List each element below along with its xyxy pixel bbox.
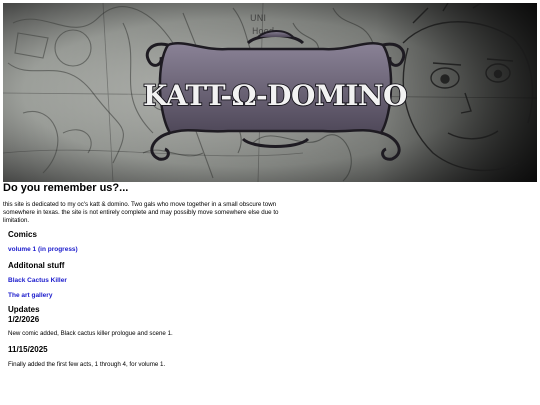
black-cactus-killer-link[interactable]: Black Cactus Killer xyxy=(8,276,67,285)
banner-artwork: UNI Hood xyxy=(3,3,537,182)
header-banner: UNI Hood xyxy=(3,3,537,182)
updates-heading: Updates xyxy=(8,305,40,314)
additional-stuff-heading: Additonal stuff xyxy=(8,261,65,270)
update-text: Finally added the first few acts, 1 thro… xyxy=(8,361,166,368)
logo-text: KATT-Ω-DOMINO xyxy=(143,79,407,112)
volume-1-link[interactable]: volume 1 (in progress) xyxy=(8,245,78,254)
page-title: Do you remember us?... xyxy=(3,182,129,194)
update-text: New comic added, Black cactus killer pro… xyxy=(8,330,173,337)
page: UNI Hood xyxy=(0,0,540,405)
comics-heading: Comics xyxy=(8,230,37,239)
update-date: 11/15/2025 xyxy=(8,345,48,354)
update-date: 1/2/2026 xyxy=(8,315,40,324)
art-gallery-link[interactable]: The art gallery xyxy=(8,291,52,300)
intro-paragraph: this site is dedicated to my oc's katt &… xyxy=(3,201,279,224)
